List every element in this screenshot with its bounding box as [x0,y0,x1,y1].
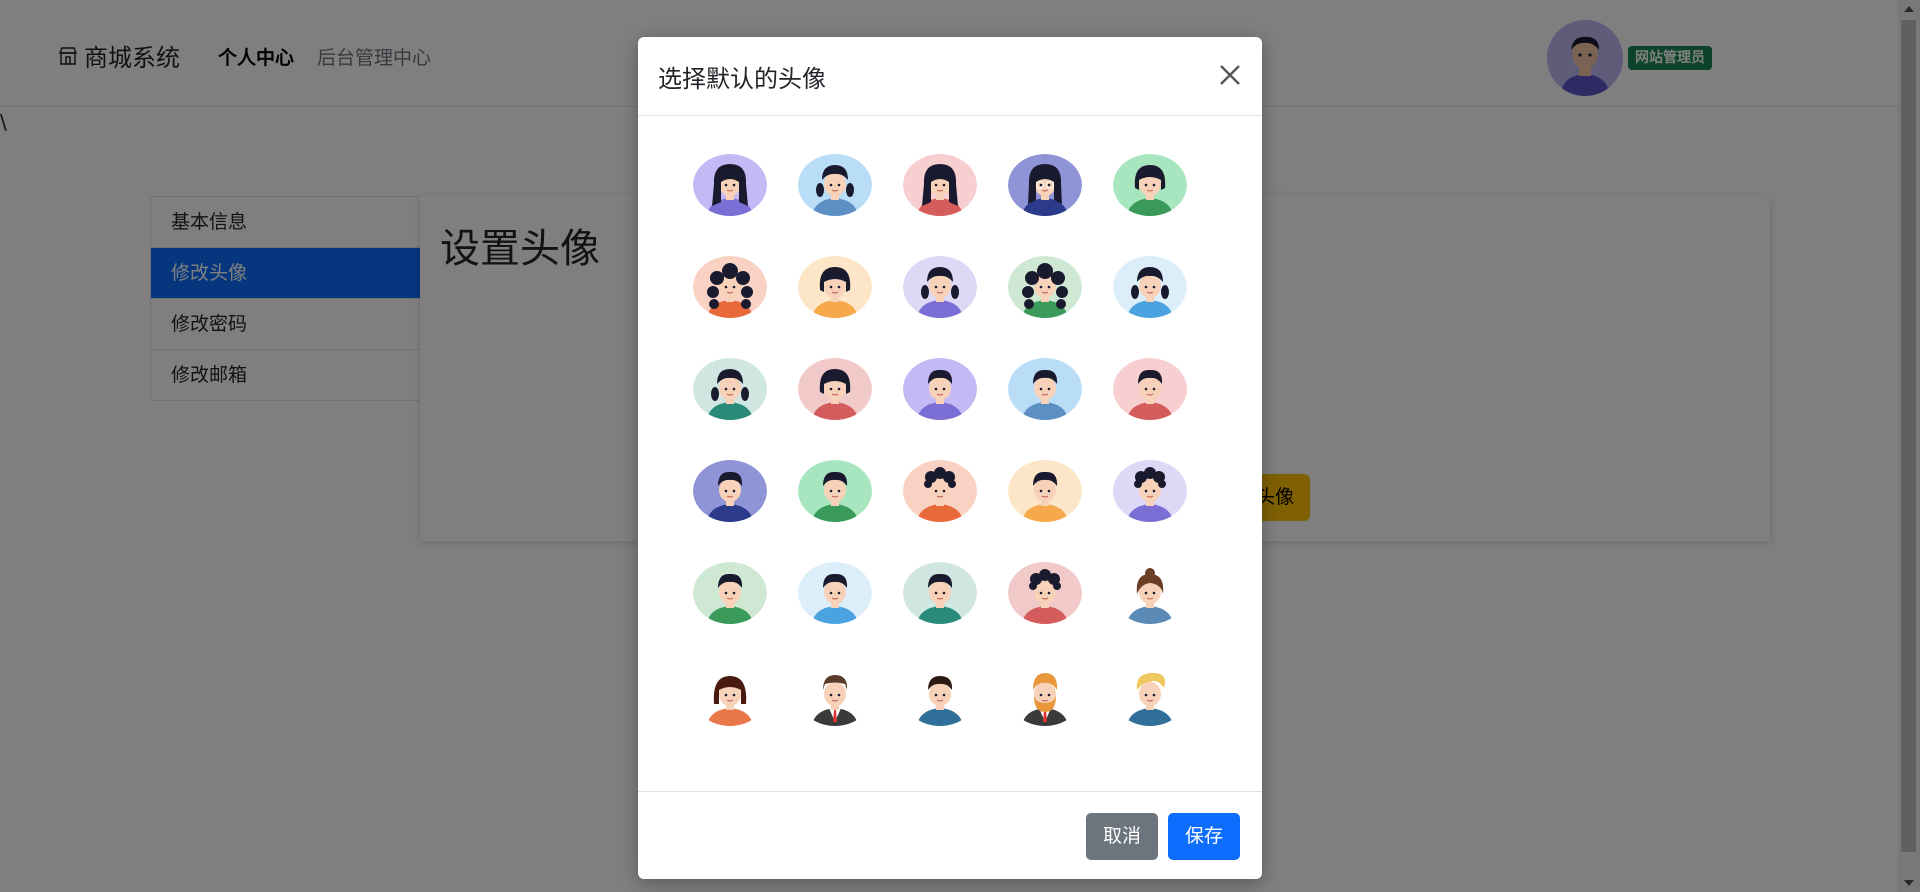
avatar-image [1113,460,1187,522]
close-icon[interactable] [1216,61,1244,89]
avatar-option[interactable] [1113,664,1187,726]
avatar-image [693,562,767,624]
avatar-option[interactable] [693,664,767,726]
avatar-image [1008,664,1082,726]
modal-footer: 取消 保存 [638,791,1262,880]
avatar-image [693,256,767,318]
avatar-image [798,256,872,318]
avatar-option[interactable] [693,562,767,624]
avatar-option[interactable] [1113,460,1187,522]
avatar-option[interactable] [693,256,767,318]
avatar-option[interactable] [1008,562,1082,624]
avatar-image [903,154,977,216]
avatar-option[interactable] [1008,358,1082,420]
avatar-image [798,154,872,216]
avatar-option[interactable] [798,562,872,624]
avatar-option[interactable] [1008,154,1082,216]
avatar-option[interactable] [1008,256,1082,318]
avatar-option[interactable] [903,256,977,318]
avatar-image [903,358,977,420]
avatar-image [1113,154,1187,216]
avatar-option[interactable] [903,664,977,726]
save-button[interactable]: 保存 [1168,813,1240,860]
avatar-image [903,664,977,726]
avatar-image [1008,460,1082,522]
avatar-option[interactable] [798,154,872,216]
avatar-image [1008,358,1082,420]
avatar-image [1008,562,1082,624]
avatar-image [1113,664,1187,726]
avatar-option[interactable] [1113,256,1187,318]
avatar-image [798,562,872,624]
avatar-option[interactable] [798,460,872,522]
avatar-image [1008,256,1082,318]
cancel-button[interactable]: 取消 [1086,813,1158,860]
avatar-option[interactable] [693,460,767,522]
modal-title: 选择默认的头像 [658,65,826,93]
avatar-option[interactable] [798,256,872,318]
avatar-image [1113,256,1187,318]
avatar-image [693,664,767,726]
avatar-option[interactable] [903,460,977,522]
avatar-option[interactable] [903,154,977,216]
avatar-image [903,256,977,318]
avatar-image [903,460,977,522]
avatar-picker-modal: 选择默认的头像 取消 保存 [638,37,1262,879]
avatar-option[interactable] [1008,460,1082,522]
avatar-image [693,460,767,522]
avatar-grid [693,154,1213,726]
avatar-option[interactable] [693,154,767,216]
avatar-image [1113,358,1187,420]
avatar-image [903,562,977,624]
avatar-option[interactable] [1113,562,1187,624]
avatar-option[interactable] [1113,358,1187,420]
modal-header: 选择默认的头像 [638,37,1262,116]
avatar-image [1008,154,1082,216]
avatar-image [798,358,872,420]
avatar-option[interactable] [903,562,977,624]
avatar-image [798,664,872,726]
avatar-image [1113,562,1187,624]
avatar-image [693,154,767,216]
avatar-image [798,460,872,522]
avatar-option[interactable] [798,664,872,726]
avatar-option[interactable] [693,358,767,420]
avatar-option[interactable] [1113,154,1187,216]
avatar-option[interactable] [798,358,872,420]
avatar-option[interactable] [1008,664,1082,726]
avatar-image [693,358,767,420]
avatar-option[interactable] [903,358,977,420]
